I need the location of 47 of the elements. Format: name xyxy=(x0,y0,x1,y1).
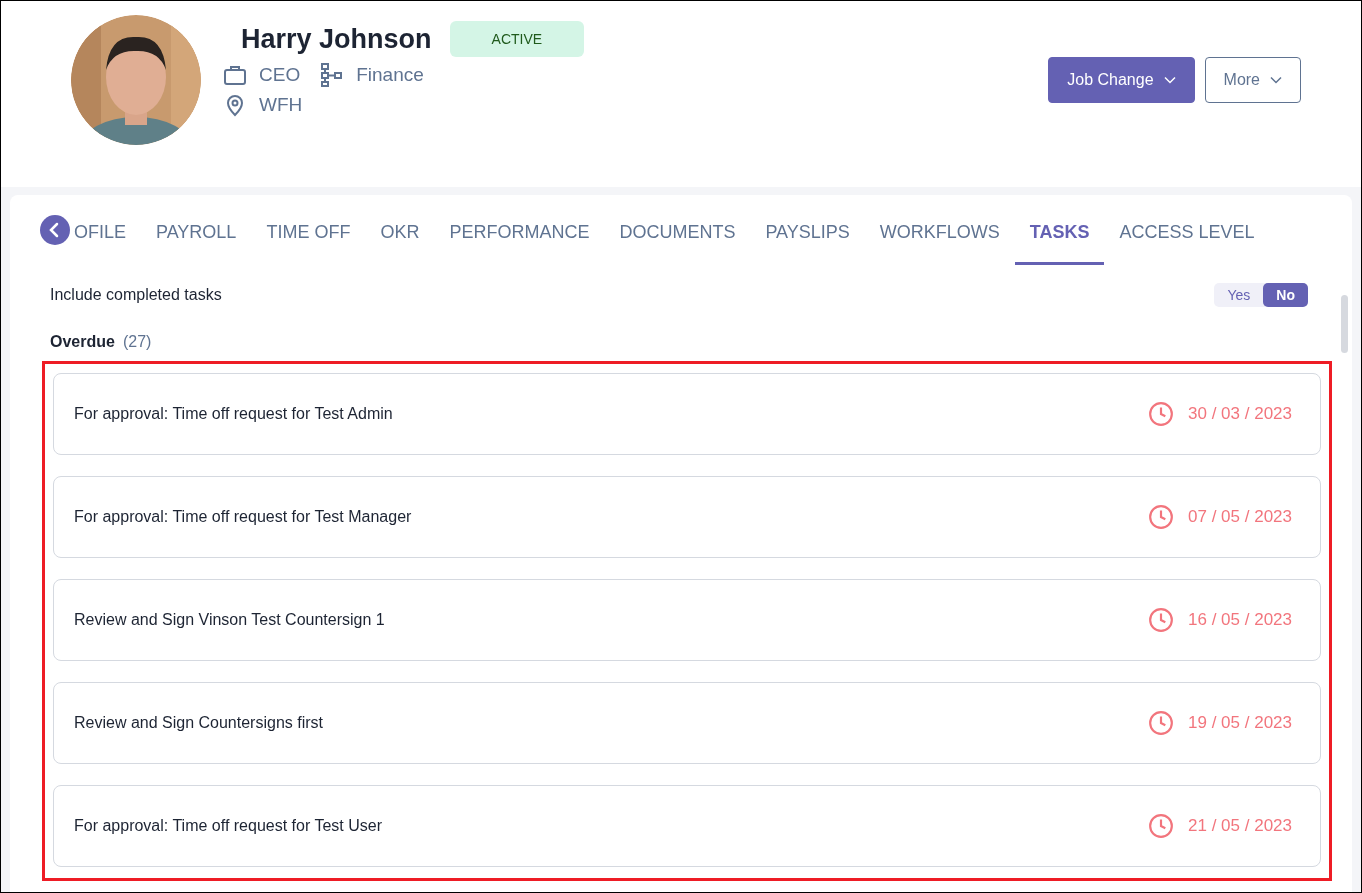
due-date: 07 / 05 / 2023 xyxy=(1188,507,1292,527)
task-title: For approval: Time off request for Test Manager xyxy=(74,508,412,526)
clock-icon xyxy=(1148,710,1174,736)
option-label: Include completed tasks xyxy=(50,286,222,304)
job-change-button[interactable]: Job Change xyxy=(1048,57,1195,103)
task-card[interactable]: For approval: Time off request for Test Admin 30 / 03 / 2023 xyxy=(53,373,1321,455)
task-title: For approval: Time off request for Test Admin xyxy=(74,405,393,423)
briefcase-icon xyxy=(223,63,247,87)
clock-icon xyxy=(1148,813,1174,839)
task-count: (27) xyxy=(122,333,152,351)
task-title: For approval: Time off request for Test User xyxy=(74,817,382,835)
toggle-option[interactable]: No xyxy=(1263,283,1308,307)
due-date: 19 / 05 / 2023 xyxy=(1188,713,1292,733)
task-card[interactable]: For approval: Time off request for Test User 21 / 05 / 2023 xyxy=(53,785,1321,867)
due-date: 30 / 03 / 2023 xyxy=(1188,404,1292,424)
tab[interactable]: PAYROLL xyxy=(141,195,252,265)
status-badge: ACTIVE xyxy=(449,21,585,57)
org-chart-icon xyxy=(320,63,345,87)
department: Finance xyxy=(356,64,424,86)
clock-icon xyxy=(1148,504,1174,530)
task-card[interactable]: Review and Sign Countersigns first 19 / 05 / 2023 xyxy=(53,682,1321,764)
tab[interactable]: TIME OFF xyxy=(251,195,366,265)
work-location: WFH xyxy=(259,94,303,116)
scrollbar[interactable] xyxy=(1341,295,1348,353)
tab[interactable]: TASKS xyxy=(1014,195,1105,265)
tab[interactable]: DOCUMENTS xyxy=(604,195,751,265)
task-title: Review and Sign Vinson Test Countersign 1 xyxy=(74,611,385,629)
tab[interactable]: ACCESS LEVEL xyxy=(1104,195,1270,265)
tab[interactable]: WORKFLOWS xyxy=(864,195,1015,265)
task-title: Review and Sign Countersigns first xyxy=(74,714,323,732)
more-button[interactable]: More xyxy=(1204,57,1301,103)
caret-icon xyxy=(1163,76,1176,84)
tab[interactable]: PERFORMANCE xyxy=(434,195,605,265)
task-card[interactable]: Review and Sign Vinson Test Countersign 1 16 / 05 / 2023 xyxy=(53,579,1321,661)
tab[interactable]: PAYSLIPS xyxy=(750,195,865,265)
employee-name: Harry Johnson xyxy=(241,23,432,55)
tab[interactable]: OFILE xyxy=(72,195,141,265)
clock-icon xyxy=(1148,607,1174,633)
task-card[interactable]: For approval: Time off request for Test Manager 07 / 05 / 2023 xyxy=(53,476,1321,558)
section-title: Overdue xyxy=(50,333,115,351)
job-title: CEO xyxy=(259,64,301,86)
due-date: 16 / 05 / 2023 xyxy=(1188,610,1292,630)
caret-icon xyxy=(1270,76,1282,84)
clock-icon xyxy=(1148,401,1174,427)
toggle-option[interactable]: Yes xyxy=(1214,283,1264,307)
tab[interactable]: OKR xyxy=(365,195,435,265)
due-date: 21 / 05 / 2023 xyxy=(1188,816,1292,836)
